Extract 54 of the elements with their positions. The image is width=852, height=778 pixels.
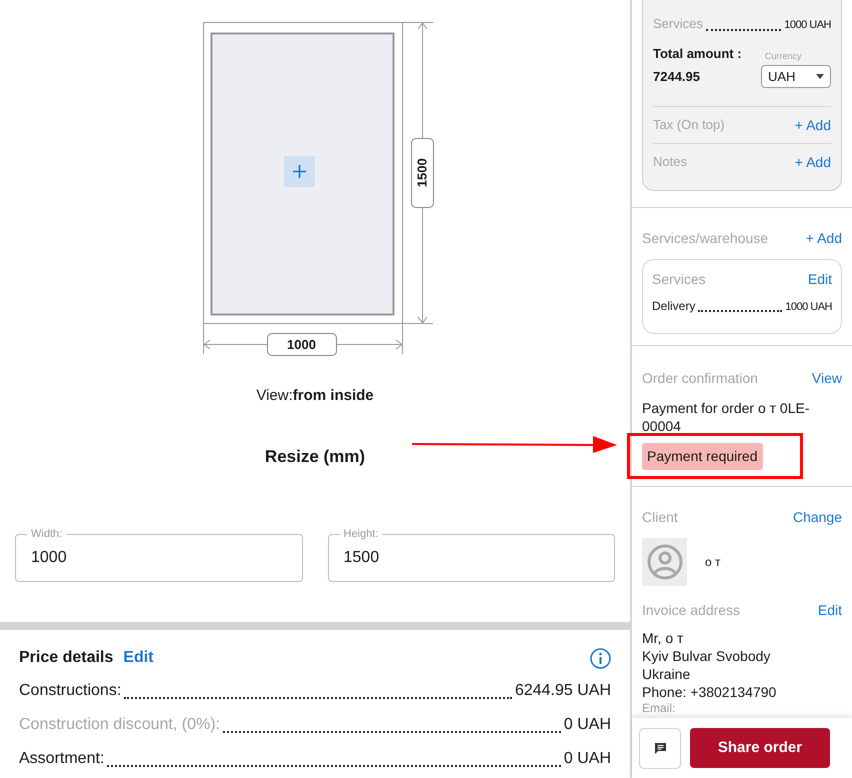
comment-icon — [654, 742, 666, 754]
section-label: Order confirmation — [642, 369, 758, 388]
card-title: Price details — [19, 648, 114, 668]
total-label: Total amount : — [653, 44, 743, 62]
item-label: Services — [653, 15, 703, 33]
price-label: Construction discount, (0%): — [19, 715, 220, 735]
currency-label: Currency — [764, 50, 803, 63]
add-button[interactable] — [284, 156, 314, 187]
section-label: Client — [642, 508, 678, 527]
price-label: Constructions: — [19, 681, 122, 701]
section-label: Services/warehouse — [642, 229, 768, 248]
input-field[interactable]: Width: 1000 — [15, 527, 302, 582]
add-link[interactable]: + Add — [794, 114, 831, 136]
price-value: 0 UAH — [564, 715, 611, 735]
view-caption: View:from inside — [256, 386, 374, 406]
order-text: Payment for order о т 0LE-00004 — [642, 399, 810, 435]
section-title: Resize (mm) — [264, 446, 366, 468]
item-value: 1000 UAH — [784, 18, 831, 33]
item-label: Notes — [653, 153, 687, 172]
currency-select[interactable]: UAH — [761, 65, 831, 88]
item-label: Tax (On top) — [653, 116, 725, 134]
address-line: Ukraine — [642, 665, 692, 683]
edit-link[interactable]: Edit — [808, 269, 832, 290]
field-label: Height: — [342, 527, 380, 541]
info-icon[interactable] — [590, 648, 611, 668]
caret-icon — [816, 74, 824, 79]
edit-link[interactable]: Edit — [123, 646, 154, 670]
item-label: Delivery — [652, 298, 696, 315]
share-button[interactable]: Share order — [690, 728, 830, 768]
total-amount: 7244.95 — [653, 68, 701, 86]
address-line: Mr, о т — [642, 629, 684, 647]
client-name: о т — [705, 554, 721, 571]
price-value: 6244.95 UAH — [514, 681, 611, 701]
change-link[interactable]: Change — [792, 507, 842, 528]
view-link[interactable]: View — [812, 368, 842, 389]
item-value: 1000 UAH — [785, 300, 832, 314]
section-label: Services — [652, 270, 706, 289]
price-value: 0 UAH — [564, 749, 611, 769]
comment-button[interactable] — [639, 728, 681, 768]
add-link[interactable]: + Add — [794, 152, 831, 172]
address-line: Phone: +3802134790 — [642, 683, 778, 701]
price-label: Assortment: — [19, 749, 104, 769]
field-label: Width: — [30, 527, 64, 541]
plus-icon — [292, 164, 306, 179]
height-label: 1500 — [410, 138, 434, 208]
add-link[interactable]: + Add — [806, 228, 842, 249]
section-label: Invoice address — [642, 601, 740, 620]
input-field[interactable]: Height: 1500 — [328, 527, 615, 582]
status-badge: Payment required — [642, 443, 763, 470]
address-line: Kyiv Bulvar Svobody — [642, 647, 772, 665]
user-icon — [646, 544, 682, 580]
width-label: 1000 — [266, 333, 336, 356]
edit-link[interactable]: Edit — [818, 600, 842, 621]
address-line: Email: — [642, 701, 676, 715]
